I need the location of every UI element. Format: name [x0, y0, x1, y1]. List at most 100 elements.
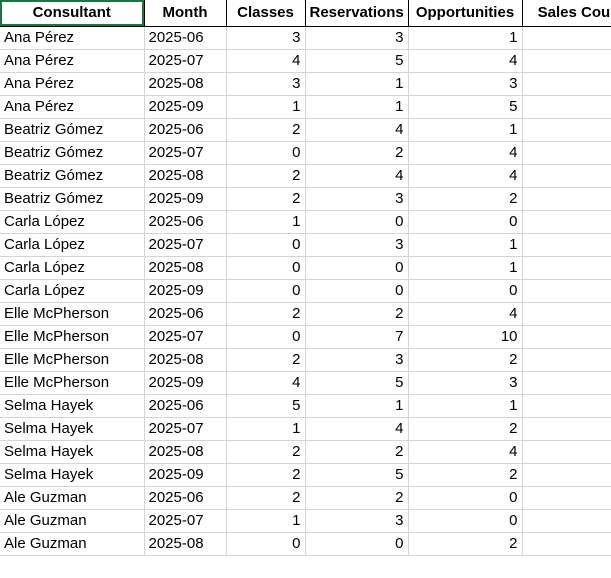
- cell-reservations[interactable]: 2: [305, 141, 409, 165]
- cell-reservations[interactable]: 1: [305, 72, 409, 96]
- cell-month[interactable]: 2025-08: [144, 164, 227, 188]
- cell-consultant[interactable]: Ana Pérez: [0, 72, 145, 96]
- header-cell-sales-count[interactable]: Sales Count: [522, 0, 611, 27]
- cell-consultant[interactable]: Carla López: [0, 256, 145, 280]
- cell-reservations[interactable]: 5: [305, 49, 409, 73]
- cell-consultant[interactable]: Ale Guzman: [0, 509, 145, 533]
- cell-reservations[interactable]: 4: [305, 164, 409, 188]
- cell-sales-count[interactable]: 0: [522, 486, 611, 510]
- cell-consultant[interactable]: Carla López: [0, 279, 145, 303]
- header-cell-month[interactable]: Month: [144, 0, 227, 27]
- cell-sales-count[interactable]: 3: [522, 187, 611, 211]
- cell-classes[interactable]: 2: [226, 440, 306, 464]
- cell-sales-count[interactable]: 2: [522, 463, 611, 487]
- cell-classes[interactable]: 1: [226, 509, 306, 533]
- cell-opportunities[interactable]: 4: [408, 141, 523, 165]
- cell-opportunities[interactable]: 5: [408, 95, 523, 119]
- cell-classes[interactable]: 2: [226, 348, 306, 372]
- cell-month[interactable]: 2025-09: [144, 463, 227, 487]
- cell-month[interactable]: 2025-07: [144, 233, 227, 257]
- cell-sales-count[interactable]: 2: [522, 26, 611, 50]
- cell-reservations[interactable]: 3: [305, 233, 409, 257]
- cell-sales-count[interactable]: 0: [522, 509, 611, 533]
- cell-consultant[interactable]: Ale Guzman: [0, 532, 145, 556]
- cell-opportunities[interactable]: 2: [408, 463, 523, 487]
- cell-sales-count[interactable]: 0: [522, 279, 611, 303]
- cell-opportunities[interactable]: 2: [408, 532, 523, 556]
- cell-month[interactable]: 2025-06: [144, 118, 227, 142]
- cell-month[interactable]: 2025-08: [144, 256, 227, 280]
- cell-reservations[interactable]: 3: [305, 348, 409, 372]
- cell-opportunities[interactable]: 1: [408, 118, 523, 142]
- cell-reservations[interactable]: 2: [305, 302, 409, 326]
- cell-opportunities[interactable]: 0: [408, 486, 523, 510]
- cell-reservations[interactable]: 0: [305, 279, 409, 303]
- cell-consultant[interactable]: Ana Pérez: [0, 95, 145, 119]
- cell-classes[interactable]: 4: [226, 371, 306, 395]
- cell-month[interactable]: 2025-06: [144, 302, 227, 326]
- cell-classes[interactable]: 2: [226, 164, 306, 188]
- cell-opportunities[interactable]: 3: [408, 371, 523, 395]
- cell-month[interactable]: 2025-07: [144, 141, 227, 165]
- cell-month[interactable]: 2025-07: [144, 509, 227, 533]
- cell-month[interactable]: 2025-09: [144, 279, 227, 303]
- cell-opportunities[interactable]: 1: [408, 256, 523, 280]
- cell-opportunities[interactable]: 0: [408, 279, 523, 303]
- cell-sales-count[interactable]: 2: [522, 394, 611, 418]
- cell-opportunities[interactable]: 4: [408, 302, 523, 326]
- cell-reservations[interactable]: 3: [305, 26, 409, 50]
- cell-reservations[interactable]: 0: [305, 532, 409, 556]
- cell-classes[interactable]: 0: [226, 532, 306, 556]
- cell-consultant[interactable]: Elle McPherson: [0, 302, 145, 326]
- cell-opportunities[interactable]: 2: [408, 187, 523, 211]
- cell-reservations[interactable]: 3: [305, 187, 409, 211]
- cell-month[interactable]: 2025-06: [144, 26, 227, 50]
- cell-sales-count[interactable]: 1: [522, 440, 611, 464]
- cell-opportunities[interactable]: 1: [408, 394, 523, 418]
- cell-consultant[interactable]: Carla López: [0, 210, 145, 234]
- cell-reservations[interactable]: 2: [305, 486, 409, 510]
- cell-sales-count[interactable]: 2: [522, 348, 611, 372]
- cell-reservations[interactable]: 2: [305, 440, 409, 464]
- cell-sales-count[interactable]: 3: [522, 95, 611, 119]
- cell-consultant[interactable]: Selma Hayek: [0, 440, 145, 464]
- cell-opportunities[interactable]: 1: [408, 233, 523, 257]
- cell-opportunities[interactable]: 3: [408, 72, 523, 96]
- cell-opportunities[interactable]: 2: [408, 348, 523, 372]
- cell-month[interactable]: 2025-09: [144, 187, 227, 211]
- cell-month[interactable]: 2025-07: [144, 417, 227, 441]
- cell-opportunities[interactable]: 2: [408, 417, 523, 441]
- cell-sales-count[interactable]: 5: [522, 164, 611, 188]
- cell-sales-count[interactable]: 2: [522, 417, 611, 441]
- cell-classes[interactable]: 2: [226, 302, 306, 326]
- cell-sales-count[interactable]: 0: [522, 371, 611, 395]
- cell-classes[interactable]: 1: [226, 417, 306, 441]
- cell-reservations[interactable]: 1: [305, 394, 409, 418]
- cell-classes[interactable]: 2: [226, 486, 306, 510]
- cell-reservations[interactable]: 4: [305, 417, 409, 441]
- cell-consultant[interactable]: Carla López: [0, 233, 145, 257]
- cell-consultant[interactable]: Beatriz Gómez: [0, 164, 145, 188]
- cell-classes[interactable]: 1: [226, 210, 306, 234]
- cell-opportunities[interactable]: 10: [408, 325, 523, 349]
- cell-consultant[interactable]: Elle McPherson: [0, 325, 145, 349]
- cell-reservations[interactable]: 5: [305, 371, 409, 395]
- cell-month[interactable]: 2025-06: [144, 486, 227, 510]
- cell-opportunities[interactable]: 4: [408, 440, 523, 464]
- cell-classes[interactable]: 0: [226, 141, 306, 165]
- cell-month[interactable]: 2025-06: [144, 394, 227, 418]
- cell-classes[interactable]: 0: [226, 279, 306, 303]
- cell-consultant[interactable]: Ale Guzman: [0, 486, 145, 510]
- cell-consultant[interactable]: Selma Hayek: [0, 463, 145, 487]
- header-cell-opportunities[interactable]: Opportunities: [408, 0, 523, 27]
- cell-consultant[interactable]: Selma Hayek: [0, 417, 145, 441]
- cell-month[interactable]: 2025-08: [144, 72, 227, 96]
- cell-sales-count[interactable]: 0: [522, 256, 611, 280]
- cell-reservations[interactable]: 3: [305, 509, 409, 533]
- header-cell-classes[interactable]: Classes: [226, 0, 306, 27]
- cell-classes[interactable]: 1: [226, 95, 306, 119]
- cell-month[interactable]: 2025-09: [144, 95, 227, 119]
- cell-opportunities[interactable]: 4: [408, 49, 523, 73]
- cell-reservations[interactable]: 4: [305, 118, 409, 142]
- cell-sales-count[interactable]: 5: [522, 49, 611, 73]
